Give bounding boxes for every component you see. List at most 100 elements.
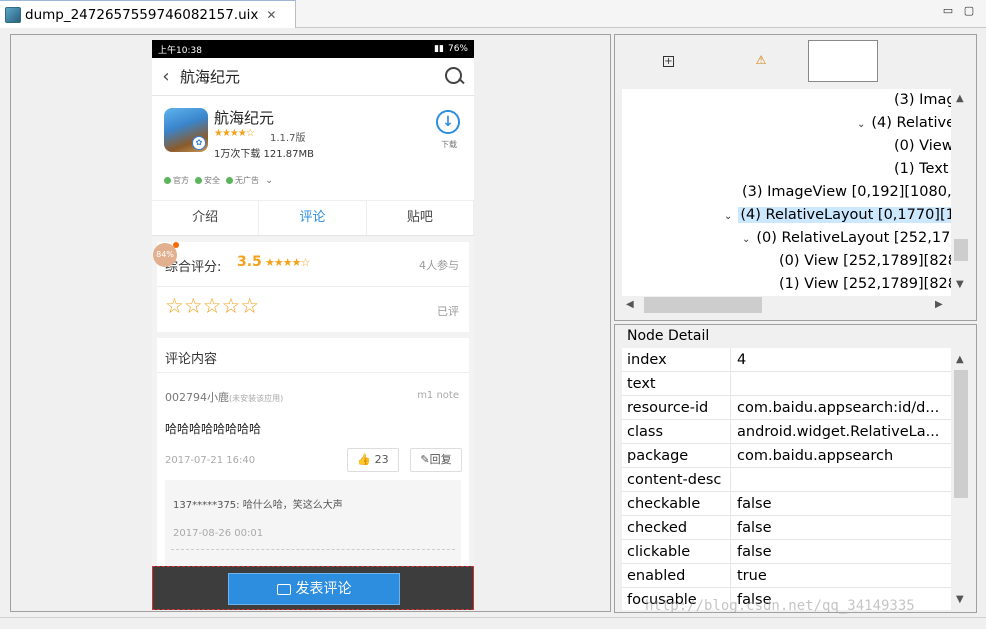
scroll-thumb[interactable] bbox=[954, 239, 968, 261]
tab-forum[interactable]: 贴吧 bbox=[367, 201, 474, 235]
detail-vertical-scrollbar[interactable]: ▲ ▼ bbox=[951, 348, 971, 610]
notification-dot bbox=[173, 242, 179, 248]
download-icon[interactable]: ↓ bbox=[436, 110, 460, 134]
app-name: 航海纪元 bbox=[214, 109, 275, 127]
app-download-info: 1万次下载 121.87MB bbox=[214, 149, 315, 160]
tree-toolbar: + ⚠ bbox=[615, 35, 976, 89]
table-row[interactable]: package com.baidu.appsearch bbox=[622, 444, 951, 468]
minimize-icon[interactable]: ▭ bbox=[942, 5, 954, 17]
node-detail-table[interactable]: index 4 text resource-id com.baidu.appsear… bbox=[622, 348, 951, 610]
tag-official: 官方 bbox=[164, 175, 189, 186]
hierarchy-panel: + ⚠ (3) Imag ⌄ (4) Relative (0) View (1) … bbox=[614, 34, 977, 321]
download-label[interactable]: 下载 bbox=[441, 139, 457, 150]
scroll-left-icon[interactable]: ◀ bbox=[626, 299, 634, 310]
tree-node[interactable]: (3) Imag bbox=[894, 89, 951, 111]
chevron-down-icon[interactable]: ⌄ bbox=[724, 211, 732, 222]
uiautomator-viewer-window: dump_2472657559746082157.uix ✕ ▭ ▢ 上午10:… bbox=[0, 0, 986, 629]
status-strip bbox=[0, 617, 986, 629]
uix-file-icon bbox=[5, 6, 21, 23]
app-version: 1.1.7版 bbox=[270, 133, 306, 144]
reply-button[interactable]: ✎回复 bbox=[410, 448, 462, 472]
status-icons: ▮▮ 76% bbox=[434, 44, 468, 54]
table-row[interactable]: checked false bbox=[622, 516, 951, 540]
filter-box[interactable] bbox=[808, 40, 878, 82]
tree-horizontal-scrollbar[interactable]: ◀ ▶ bbox=[622, 296, 951, 314]
selected-node-highlight[interactable]: 发表评论 bbox=[152, 566, 474, 610]
user-rating-stars[interactable]: ☆☆☆☆☆ bbox=[165, 294, 259, 318]
expand-all-icon[interactable]: + bbox=[663, 56, 674, 67]
scroll-right-icon[interactable]: ▶ bbox=[935, 299, 943, 310]
tree-node[interactable]: ⌄ (4) Relative bbox=[857, 112, 951, 134]
node-detail-title: Node Detail bbox=[627, 328, 710, 344]
tree-node[interactable]: ⌄ (0) RelativeLayout [252,17 bbox=[742, 227, 950, 249]
hierarchy-tree[interactable]: (3) Imag ⌄ (4) Relative (0) View (1) Text… bbox=[622, 89, 951, 296]
rated-label: 已评 bbox=[437, 305, 459, 318]
back-arrow-icon[interactable]: ‹ bbox=[156, 66, 176, 87]
baidu-badge-icon: ✿ bbox=[192, 136, 206, 150]
app-tags: 官方 安全 无广告 ⌄ bbox=[164, 175, 273, 186]
warning-icon[interactable]: ⚠ bbox=[754, 53, 768, 67]
page-title: 航海纪元 bbox=[180, 68, 241, 86]
check-icon bbox=[195, 177, 202, 184]
tab-intro[interactable]: 介绍 bbox=[152, 201, 260, 235]
maximize-icon[interactable]: ▢ bbox=[963, 5, 975, 17]
close-tab-icon[interactable]: ✕ bbox=[266, 8, 276, 22]
app-tabs: 介绍 评论 贴吧 bbox=[152, 200, 474, 236]
table-row[interactable]: index 4 bbox=[622, 348, 951, 372]
tree-node[interactable]: (3) ImageView [0,192][1080,2 bbox=[742, 181, 951, 203]
comments-title: 评论内容 bbox=[165, 352, 218, 367]
check-icon bbox=[164, 177, 171, 184]
tab-title: dump_2472657559746082157.uix bbox=[25, 6, 259, 23]
chevron-down-icon[interactable]: ⌄ bbox=[265, 175, 273, 186]
comments-card: 评论内容 002794小鹿(未安装该应用) m1 note 哈哈哈哈哈哈哈哈 2… bbox=[157, 338, 469, 578]
comment-icon bbox=[276, 583, 291, 595]
post-comment-button[interactable]: 发表评论 bbox=[228, 573, 400, 605]
table-row[interactable]: text bbox=[622, 372, 951, 396]
rating-participants: 4人参与 bbox=[419, 259, 459, 272]
reply-thread: 137*****375: 哈什么哈，笑这么大声 2017-08-26 00:01 bbox=[165, 480, 461, 578]
divider bbox=[171, 549, 455, 550]
dump-file-tab[interactable]: dump_2472657559746082157.uix ✕ bbox=[0, 0, 296, 28]
tree-node[interactable]: (0) View [252,1789][828 bbox=[779, 250, 951, 272]
device-screenshot-panel[interactable]: 上午10:38 ▮▮ 76% ‹ 航海纪元 ✿ 航海纪元 ★★★★☆ 1.1.7… bbox=[10, 34, 611, 612]
table-row[interactable]: content-desc bbox=[622, 468, 951, 492]
chevron-down-icon[interactable]: ⌄ bbox=[857, 119, 865, 130]
scroll-thumb[interactable] bbox=[954, 370, 968, 498]
tree-node[interactable]: (1) View [252,1789][828 bbox=[779, 273, 951, 295]
like-button[interactable]: 👍 23 bbox=[347, 448, 399, 472]
table-row[interactable]: resource-id com.baidu.appsearch:id/d... bbox=[622, 396, 951, 420]
search-icon[interactable] bbox=[442, 65, 466, 89]
signal-icon: ▮▮ bbox=[434, 44, 444, 54]
app-info-card: ✿ 航海纪元 ★★★★☆ 1.1.7版 1万次下载 121.87MB ↓ 下载 … bbox=[152, 96, 474, 200]
scroll-up-icon[interactable]: ▲ bbox=[956, 93, 964, 104]
scroll-down-icon[interactable]: ▼ bbox=[956, 279, 964, 290]
tree-node-selected[interactable]: ⌄ (4) RelativeLayout [0,1770][10 bbox=[724, 204, 951, 226]
overall-rating-score: 3.5 bbox=[237, 254, 262, 270]
table-row[interactable]: class android.widget.RelativeLa... bbox=[622, 420, 951, 444]
table-row[interactable]: enabled true bbox=[622, 564, 951, 588]
comment-text: 哈哈哈哈哈哈哈哈 bbox=[165, 422, 262, 436]
tab-comments[interactable]: 评论 bbox=[259, 201, 367, 235]
tree-node[interactable]: (1) Text bbox=[894, 158, 948, 180]
reply-text: 137*****375: 哈什么哈，笑这么大声 bbox=[173, 500, 343, 511]
rating-card: 综合评分: 3.5 ★★★★☆ 4人参与 ☆☆☆☆☆ 已评 84% bbox=[153, 242, 469, 332]
chevron-down-icon[interactable]: ⌄ bbox=[742, 234, 750, 245]
node-detail-panel: Node Detail index 4 text resource-id com.b… bbox=[614, 324, 977, 613]
scroll-thumb[interactable] bbox=[644, 297, 762, 313]
app-title-bar: ‹ 航海纪元 bbox=[152, 58, 474, 96]
editor-tab-bar: dump_2472657559746082157.uix ✕ ▭ ▢ bbox=[0, 0, 986, 28]
scroll-down-icon[interactable]: ▼ bbox=[956, 594, 964, 605]
phone-screen[interactable]: 上午10:38 ▮▮ 76% ‹ 航海纪元 ✿ 航海纪元 ★★★★☆ 1.1.7… bbox=[152, 40, 474, 610]
tree-vertical-scrollbar[interactable]: ▲ ▼ bbox=[951, 89, 971, 296]
table-row[interactable]: checkable false bbox=[622, 492, 951, 516]
reply-date: 2017-08-26 00:01 bbox=[173, 528, 264, 539]
scroll-up-icon[interactable]: ▲ bbox=[956, 354, 964, 365]
tag-safe: 安全 bbox=[195, 175, 220, 186]
check-icon bbox=[226, 177, 233, 184]
battery-level: 76% bbox=[447, 44, 468, 54]
table-row[interactable]: clickable false bbox=[622, 540, 951, 564]
tree-node[interactable]: (0) View bbox=[894, 135, 951, 157]
comment-user-note: (未安装该应用) bbox=[229, 394, 284, 403]
divider bbox=[157, 372, 469, 373]
comment-date: 2017-07-21 16:40 bbox=[165, 455, 256, 466]
